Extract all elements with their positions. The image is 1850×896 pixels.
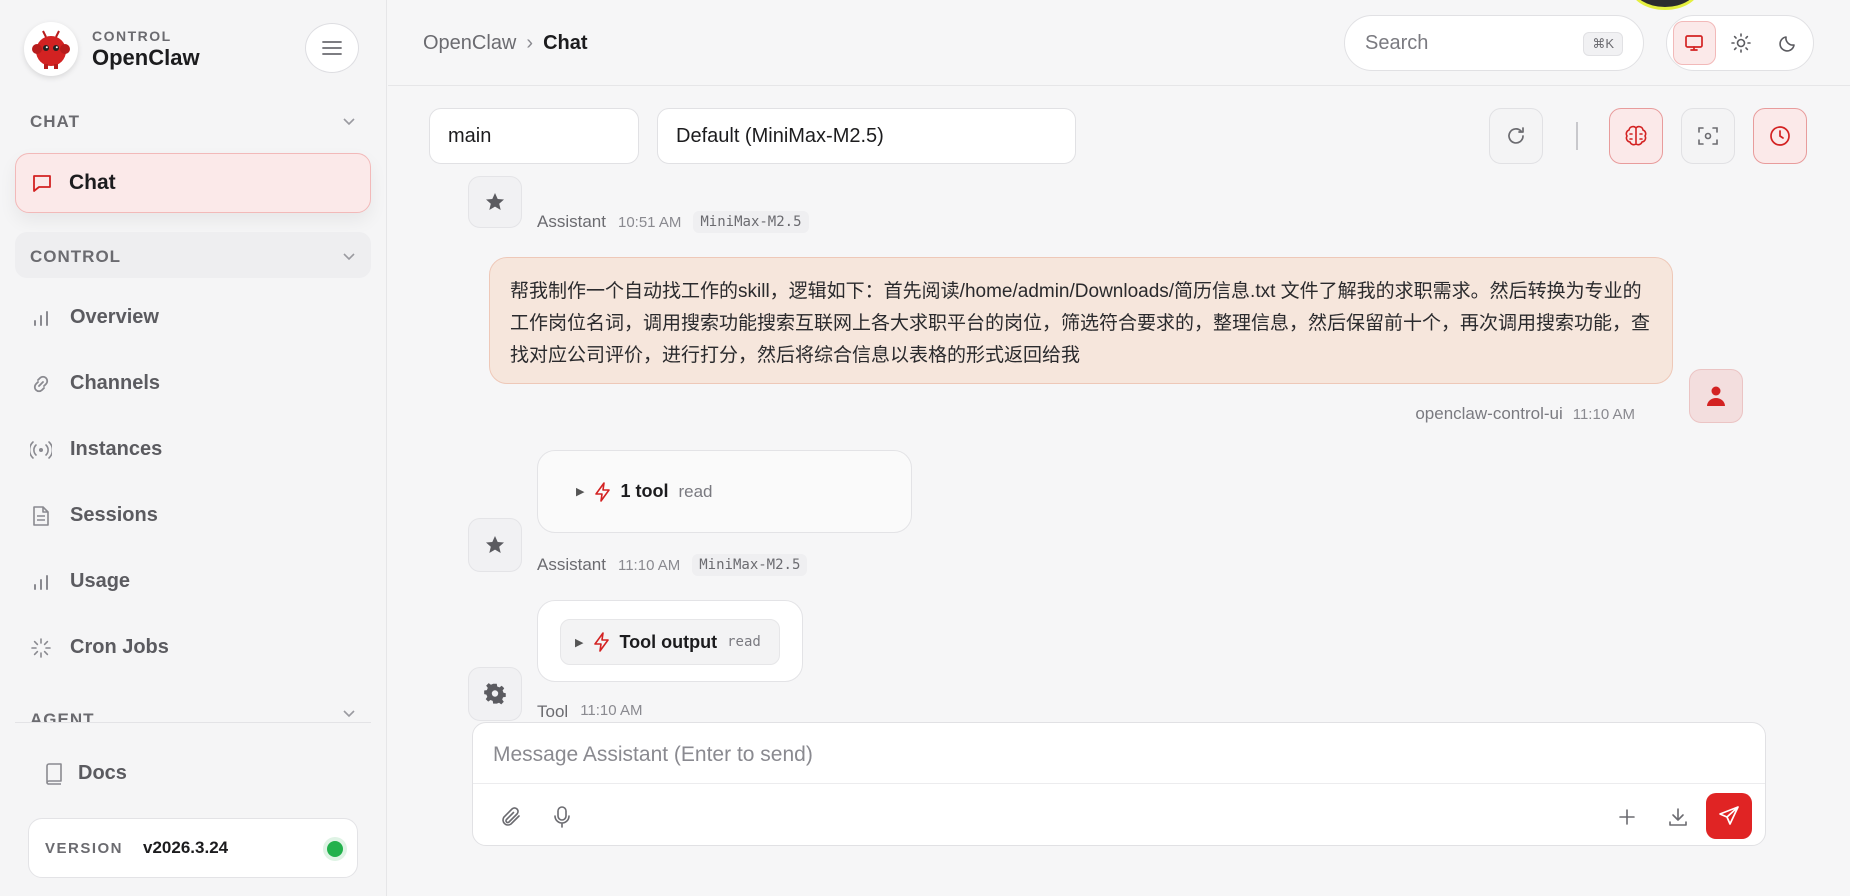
chevron-down-icon bbox=[343, 118, 355, 126]
chevron-down-icon bbox=[343, 710, 355, 718]
scan-icon bbox=[1698, 127, 1718, 145]
moon-icon bbox=[1779, 36, 1795, 52]
message-icon bbox=[33, 175, 51, 192]
expand-triangle-icon: ▶ bbox=[576, 486, 585, 498]
book-icon bbox=[46, 762, 62, 785]
sidebar-item-usage[interactable]: Usage bbox=[30, 570, 130, 593]
breadcrumb-root[interactable]: OpenClaw bbox=[423, 32, 516, 54]
radio-icon bbox=[30, 439, 52, 461]
model-badge: MiniMax-M2.5 bbox=[693, 211, 809, 233]
send-icon bbox=[1719, 806, 1739, 825]
user-avatar bbox=[1689, 369, 1743, 423]
loader-icon bbox=[30, 637, 52, 659]
breadcrumb: OpenClaw › Chat bbox=[423, 32, 588, 54]
voice-input-button[interactable] bbox=[548, 803, 576, 831]
monitor-icon bbox=[1685, 35, 1704, 51]
user-icon bbox=[1707, 386, 1725, 406]
bar-chart-icon bbox=[30, 571, 52, 593]
version-label: VERSION bbox=[45, 839, 124, 857]
star-icon bbox=[486, 536, 504, 553]
toolbar-divider bbox=[1576, 122, 1578, 150]
docs-link[interactable]: Docs bbox=[44, 762, 127, 785]
paperclip-icon bbox=[502, 807, 520, 826]
search-input[interactable]: Search ⌘K bbox=[1344, 15, 1644, 71]
download-icon bbox=[1669, 808, 1687, 826]
openclaw-logo bbox=[24, 22, 78, 76]
brand: CONTROL OpenClaw bbox=[24, 22, 200, 76]
link-icon bbox=[30, 373, 52, 395]
theme-light-button[interactable] bbox=[1720, 21, 1763, 65]
section-control[interactable]: CONTROL bbox=[30, 247, 355, 267]
status-indicator bbox=[327, 841, 343, 857]
focus-mode-button[interactable] bbox=[1681, 108, 1735, 164]
user-message-meta: openclaw-control-ui 11:10 AM bbox=[1415, 404, 1635, 423]
assistant-avatar bbox=[468, 176, 522, 228]
sidebar-item-cron-jobs[interactable]: Cron Jobs bbox=[30, 636, 169, 659]
add-button[interactable] bbox=[1613, 803, 1641, 831]
version-card: VERSION v2026.3.24 bbox=[28, 818, 358, 878]
lightning-icon bbox=[594, 632, 610, 652]
assistant-message-meta: Assistant 10:51 AM MiniMax-M2.5 bbox=[537, 211, 809, 233]
tool-message-meta: Tool 11:10 AM bbox=[537, 702, 643, 721]
sidebar: CONTROL OpenClaw CHAT Chat CONTROL Overv… bbox=[0, 0, 387, 896]
message-input[interactable]: Message Assistant (Enter to send) bbox=[493, 743, 813, 767]
sidebar-item-channels[interactable]: Channels bbox=[30, 372, 160, 395]
menu-toggle-button[interactable] bbox=[305, 23, 359, 73]
section-agent[interactable]: AGENT bbox=[30, 710, 355, 722]
model-select[interactable]: Default (MiniMax-M2.5) bbox=[657, 108, 1076, 164]
clock-icon bbox=[1770, 126, 1790, 146]
assistant-message-meta: Assistant 11:10 AM MiniMax-M2.5 bbox=[537, 554, 808, 576]
file-icon bbox=[30, 505, 52, 527]
tool-calls-card[interactable]: ▶ 1 tool read bbox=[537, 450, 912, 533]
hamburger-icon bbox=[322, 41, 342, 55]
microphone-icon bbox=[554, 806, 570, 828]
send-button[interactable] bbox=[1706, 793, 1752, 839]
lightning-icon bbox=[595, 481, 611, 502]
brain-icon bbox=[1625, 125, 1647, 146]
theme-switcher bbox=[1666, 15, 1814, 71]
sidebar-item-instances[interactable]: Instances bbox=[30, 438, 162, 461]
assistant-avatar bbox=[468, 518, 522, 572]
chevron-down-icon bbox=[343, 253, 355, 261]
refresh-button[interactable] bbox=[1489, 108, 1543, 164]
refresh-icon bbox=[1508, 127, 1524, 144]
message-composer: Message Assistant (Enter to send) bbox=[472, 722, 1766, 846]
history-button[interactable] bbox=[1753, 108, 1807, 164]
brand-subtitle: CONTROL bbox=[92, 27, 172, 44]
star-icon bbox=[486, 193, 504, 210]
sidebar-item-sessions[interactable]: Sessions bbox=[30, 504, 158, 527]
section-chat[interactable]: CHAT bbox=[30, 112, 355, 132]
plus-icon bbox=[1619, 809, 1635, 825]
sidebar-item-overview[interactable]: Overview bbox=[30, 306, 159, 329]
topbar: OpenClaw › Chat Search ⌘K bbox=[388, 0, 1850, 86]
gear-icon bbox=[484, 683, 506, 705]
theme-system-button[interactable] bbox=[1673, 21, 1716, 65]
bar-chart-icon bbox=[30, 307, 52, 329]
expand-triangle-icon: ▶ bbox=[575, 636, 584, 649]
version-value: v2026.3.24 bbox=[143, 838, 229, 857]
user-message-bubble: 帮我制作一个自动找工作的skill，逻辑如下：首先阅读/home/admin/D… bbox=[489, 257, 1673, 384]
search-shortcut-badge: ⌘K bbox=[1583, 32, 1623, 56]
theme-dark-button[interactable] bbox=[1766, 21, 1809, 65]
breadcrumb-current: Chat bbox=[543, 32, 588, 54]
tool-output-toggle[interactable]: ▶ Tool output read bbox=[560, 619, 780, 665]
export-button[interactable] bbox=[1664, 803, 1692, 831]
sun-icon bbox=[1731, 33, 1751, 53]
attach-button[interactable] bbox=[497, 803, 525, 831]
brand-name: OpenClaw bbox=[92, 44, 200, 70]
tool-avatar bbox=[468, 667, 522, 721]
thinking-toggle-button[interactable] bbox=[1609, 108, 1663, 164]
model-badge: MiniMax-M2.5 bbox=[692, 554, 808, 576]
tool-output-message: ▶ Tool output read bbox=[537, 600, 803, 682]
session-select[interactable]: main bbox=[429, 108, 639, 164]
sidebar-item-chat[interactable]: Chat bbox=[15, 153, 371, 213]
